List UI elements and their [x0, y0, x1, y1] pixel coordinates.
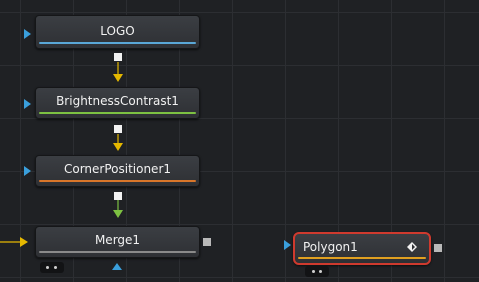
- node-accent-bar: [39, 112, 196, 114]
- input-triangle-icon[interactable]: [284, 240, 291, 250]
- toggle-icon[interactable]: [305, 266, 329, 277]
- node-brightness-contrast[interactable]: BrightnessContrast1: [35, 87, 200, 119]
- node-accent-bar: [39, 251, 196, 253]
- output-square-icon[interactable]: [114, 125, 122, 133]
- output-square-icon[interactable]: [434, 244, 442, 252]
- output-square-icon[interactable]: [114, 192, 122, 200]
- arrow-down-icon: [113, 210, 123, 218]
- output-square-icon[interactable]: [114, 53, 122, 61]
- arrow-down-icon: [113, 143, 123, 151]
- toggle-dot: [312, 270, 315, 273]
- toggle-dot: [46, 266, 49, 269]
- toggle-dot: [54, 266, 57, 269]
- node-merge[interactable]: Merge1: [35, 226, 200, 258]
- node-label: LOGO: [100, 24, 135, 38]
- node-label: BrightnessContrast1: [56, 94, 179, 108]
- node-logo[interactable]: LOGO: [35, 15, 200, 49]
- node-polygon[interactable]: Polygon1: [293, 232, 431, 265]
- output-square-icon[interactable]: [203, 238, 211, 246]
- node-corner-positioner[interactable]: CornerPositioner1: [35, 155, 200, 187]
- node-accent-bar: [39, 42, 196, 44]
- arrow-down-icon: [113, 74, 123, 82]
- node-accent-bar: [298, 257, 426, 259]
- input-triangle-icon[interactable]: [24, 29, 31, 39]
- input-triangle-icon[interactable]: [24, 166, 31, 176]
- input-triangle-icon[interactable]: [24, 99, 31, 109]
- node-accent-bar: [39, 180, 196, 182]
- keyframe-diamond-icon[interactable]: [407, 242, 417, 252]
- mask-input-triangle-icon[interactable]: [112, 263, 122, 270]
- arrow-right-icon: [20, 237, 28, 247]
- toggle-icon[interactable]: [40, 262, 64, 273]
- toggle-dot: [319, 270, 322, 273]
- node-label: Merge1: [94, 233, 141, 247]
- node-label: CornerPositioner1: [63, 162, 172, 176]
